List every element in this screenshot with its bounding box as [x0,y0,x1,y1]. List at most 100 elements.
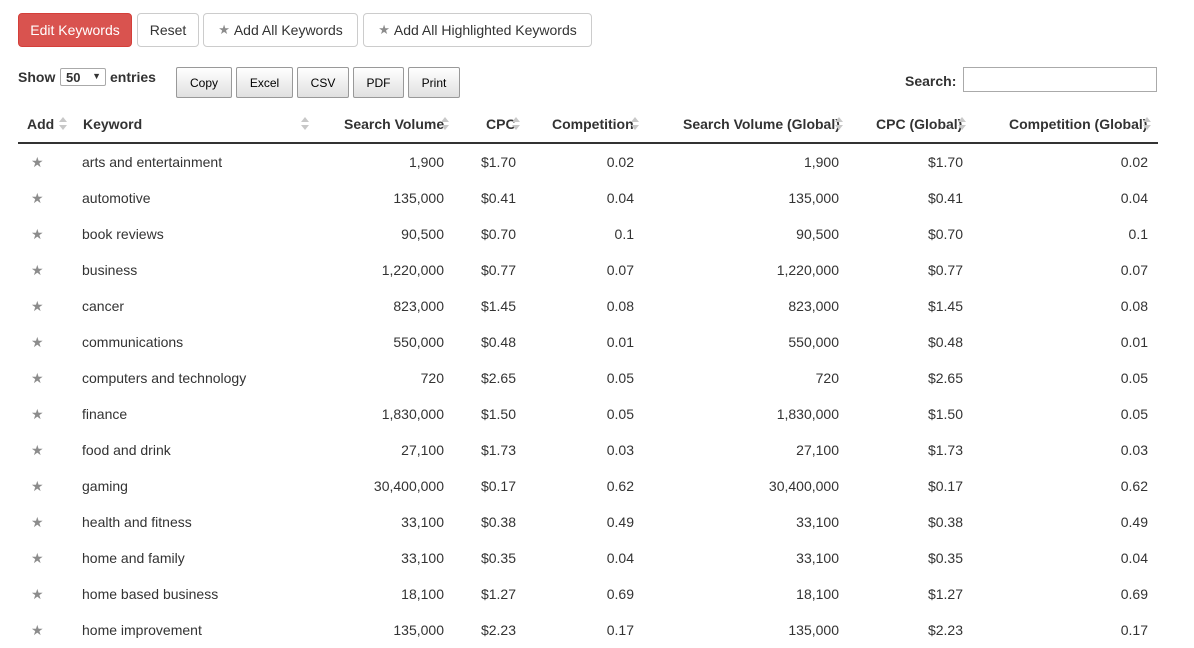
table-row[interactable]: ★ communications 550,000 $0.48 0.01 550,000 $0… [18,324,1158,360]
add-star-icon[interactable]: ★ [31,252,44,288]
cell-competition-global: 0.08 [1120,298,1148,314]
add-star-icon[interactable]: ★ [31,288,44,324]
cell-keyword: cancer [82,298,125,314]
add-star-icon[interactable]: ★ [31,144,44,180]
cell-search-volume: 135,000 [393,622,444,638]
cell-keyword: home improvement [82,622,202,638]
cell-search-volume-global: 30,400,000 [768,478,839,494]
table-row[interactable]: ★ food and drink 27,100 $1.73 0.03 27,100 $1.7… [18,432,1158,468]
cell-competition: 0.04 [606,550,634,566]
cell-competition: 0.17 [606,622,634,638]
cell-cpc: $1.73 [480,442,516,458]
cell-search-volume-global: 27,100 [796,442,839,458]
cell-keyword: communications [82,334,184,350]
cell-search-volume: 90,500 [401,226,444,242]
add-star-icon[interactable]: ★ [31,432,44,468]
cell-keyword: gaming [82,478,128,494]
cell-cpc: $0.77 [480,262,516,278]
cell-search-volume: 33,100 [401,550,444,566]
cell-cpc-global: $0.77 [927,262,963,278]
cell-cpc-global: $2.65 [927,370,963,386]
cell-cpc-global: $1.50 [927,406,963,422]
cell-cpc-global: $1.27 [927,586,963,602]
cell-keyword: arts and entertainment [82,154,223,170]
cell-search-volume-global: 33,100 [796,550,839,566]
cell-competition: 0.05 [606,370,634,386]
add-star-icon[interactable]: ★ [31,468,44,504]
cell-competition-global: 0.05 [1120,406,1148,422]
cell-search-volume-global: 1,220,000 [776,262,839,278]
table-row[interactable]: ★ computers and technology 720 $2.65 0.05 720… [18,360,1158,396]
table-row[interactable]: ★ health and fitness 33,100 $0.38 0.49 33,100… [18,504,1158,540]
table-row[interactable]: ★ automotive 135,000 $0.41 0.04 135,000 $0.41 0… [18,180,1158,216]
cell-cpc-global: $2.23 [927,622,963,638]
cell-cpc: $0.17 [480,478,516,494]
cell-keyword: home based business [82,586,219,602]
cell-cpc-global: $0.35 [927,550,963,566]
cell-search-volume: 823,000 [393,298,444,314]
cell-search-volume-global: 33,100 [796,514,839,530]
cell-search-volume: 135,000 [393,190,444,206]
add-star-icon[interactable]: ★ [31,540,44,576]
add-star-icon[interactable]: ★ [31,396,44,432]
cell-competition: 0.07 [606,262,634,278]
add-star-icon[interactable]: ★ [31,576,44,612]
cell-search-volume: 18,100 [401,586,444,602]
add-star-icon[interactable]: ★ [31,612,44,648]
add-star-icon[interactable]: ★ [31,216,44,252]
cell-search-volume-global: 90,500 [796,226,839,242]
add-star-icon[interactable]: ★ [31,324,44,360]
cell-competition-global: 0.05 [1120,370,1148,386]
cell-cpc-global: $0.17 [927,478,963,494]
cell-competition-global: 0.1 [1128,226,1148,242]
table-row[interactable]: ★ arts and entertainment 1,900 $1.70 0.02 1,9… [18,144,1158,180]
cell-keyword: business [82,262,138,278]
add-star-icon[interactable]: ★ [31,504,44,540]
cell-keyword: automotive [82,190,151,206]
cell-search-volume: 1,830,000 [381,406,444,422]
cell-cpc-global: $0.41 [927,190,963,206]
cell-keyword: book reviews [82,226,164,242]
cell-cpc-global: $1.73 [927,442,963,458]
cell-search-volume-global: 135,000 [788,622,839,638]
cell-competition-global: 0.17 [1120,622,1148,638]
cell-search-volume-global: 550,000 [788,334,839,350]
cell-cpc: $1.50 [480,406,516,422]
cell-cpc-global: $0.70 [927,226,963,242]
cell-search-volume: 720 [420,370,444,386]
cell-search-volume-global: 720 [815,370,839,386]
cell-search-volume-global: 823,000 [788,298,839,314]
cell-search-volume: 1,900 [408,154,444,170]
table-row[interactable]: ★ gaming 30,400,000 $0.17 0.62 30,400,000 $0.1… [18,468,1158,504]
cell-keyword: health and fitness [82,514,192,530]
cell-search-volume-global: 135,000 [788,190,839,206]
cell-search-volume: 27,100 [401,442,444,458]
table-row[interactable]: ★ home and family 33,100 $0.35 0.04 33,100 $0.… [18,540,1158,576]
add-star-icon[interactable]: ★ [31,180,44,216]
cell-search-volume-global: 1,830,000 [776,406,839,422]
table-row[interactable]: ★ cancer 823,000 $1.45 0.08 823,000 $1.45 0.08 [18,288,1158,324]
cell-cpc: $1.70 [480,154,516,170]
cell-competition-global: 0.07 [1120,262,1148,278]
cell-competition-global: 0.69 [1120,586,1148,602]
cell-competition-global: 0.62 [1120,478,1148,494]
add-star-icon[interactable]: ★ [31,360,44,396]
table-row[interactable]: ★ book reviews 90,500 $0.70 0.1 90,500 $0.70 0.… [18,216,1158,252]
cell-competition: 0.69 [606,586,634,602]
cell-competition: 0.49 [606,514,634,530]
cell-cpc: $0.48 [480,334,516,350]
cell-competition-global: 0.02 [1120,154,1148,170]
cell-competition-global: 0.03 [1120,442,1148,458]
table-row[interactable]: ★ finance 1,830,000 $1.50 0.05 1,830,000 $1.50… [18,396,1158,432]
cell-cpc: $0.38 [480,514,516,530]
cell-competition: 0.1 [614,226,634,242]
cell-cpc: $2.23 [480,622,516,638]
cell-cpc: $0.41 [480,190,516,206]
cell-cpc-global: $1.45 [927,298,963,314]
table-row[interactable]: ★ business 1,220,000 $0.77 0.07 1,220,000 $0.7… [18,252,1158,288]
cell-search-volume-global: 1,900 [803,154,839,170]
cell-competition: 0.01 [606,334,634,350]
table-row[interactable]: ★ home improvement 135,000 $2.23 0.17 135,000… [18,612,1158,648]
table-row[interactable]: ★ home based business 18,100 $1.27 0.69 18,10… [18,576,1158,612]
table-body: ★ arts and entertainment 1,900 $1.70 0.02 1,9… [0,0,1194,641]
